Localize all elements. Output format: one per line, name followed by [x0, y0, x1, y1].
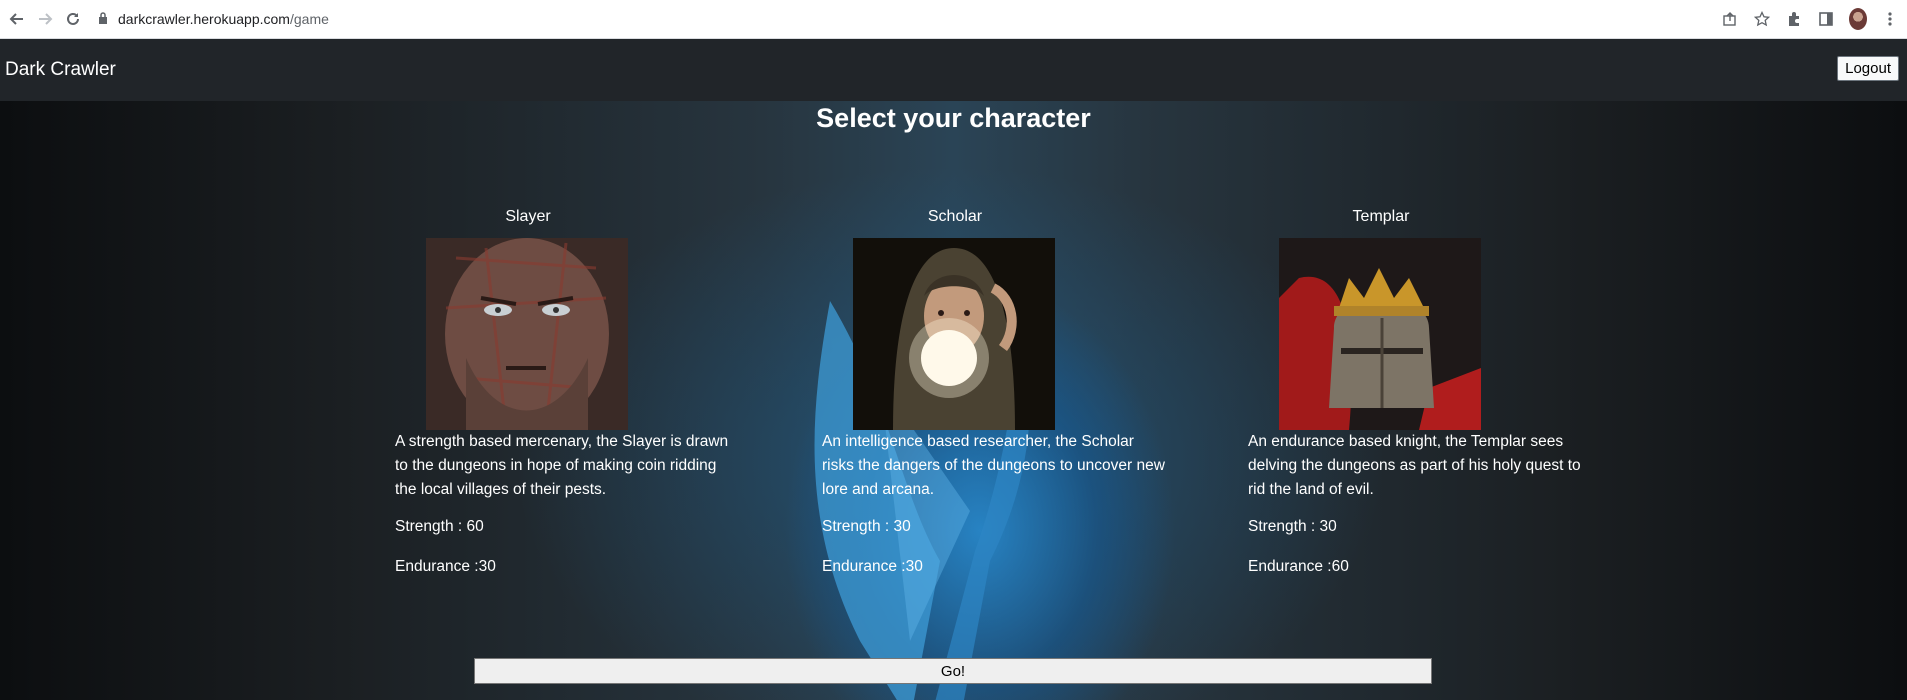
- character-endurance: Endurance :30: [395, 558, 496, 575]
- bookmark-star-icon[interactable]: [1753, 10, 1771, 28]
- character-endurance: Endurance :60: [1248, 558, 1349, 575]
- character-card-slayer[interactable]: Slayer A strength based mercenary, the S…: [395, 208, 755, 582]
- menu-dots-icon[interactable]: [1881, 10, 1899, 28]
- lock-icon: [98, 11, 108, 27]
- character-name: Scholar: [927, 208, 983, 225]
- character-description: An endurance based knight, the Templar s…: [1248, 433, 1581, 498]
- character-description: A strength based mercenary, the Slayer i…: [395, 433, 729, 498]
- character-strength: Strength : 30: [822, 518, 911, 535]
- character-strength: Strength : 60: [395, 518, 484, 535]
- character-name: Slayer: [505, 208, 551, 225]
- character-select-area: Select your character Slayer A strength …: [0, 101, 1907, 700]
- character-name: Templar: [1352, 208, 1410, 225]
- back-icon[interactable]: [6, 8, 28, 30]
- character-strength: Strength : 30: [1248, 518, 1337, 535]
- url-host: darkcrawler.herokuapp.com: [118, 11, 290, 27]
- share-icon[interactable]: [1721, 10, 1739, 28]
- site-navbar: Dark Crawler Logout: [0, 39, 1907, 101]
- character-card-scholar[interactable]: Scholar An intelligence based researcher…: [822, 208, 1182, 582]
- go-button[interactable]: Go!: [474, 658, 1432, 684]
- extensions-icon[interactable]: [1785, 10, 1803, 28]
- character-description: An intelligence based researcher, the Sc…: [822, 433, 1165, 498]
- page-heading: Select your character: [816, 103, 1091, 133]
- address-bar[interactable]: darkcrawler.herokuapp.com/game: [98, 11, 329, 27]
- logout-button[interactable]: Logout: [1837, 56, 1899, 81]
- character-card-templar[interactable]: Templar An endurance based knight, the T…: [1248, 208, 1608, 582]
- reload-icon[interactable]: [62, 8, 84, 30]
- character-endurance: Endurance :30: [822, 558, 923, 575]
- browser-toolbar: darkcrawler.herokuapp.com/game: [0, 0, 1907, 39]
- brand-title[interactable]: Dark Crawler: [5, 39, 116, 101]
- slayer-portrait[interactable]: [426, 238, 628, 430]
- scholar-portrait[interactable]: [853, 238, 1055, 430]
- url-path: /game: [289, 11, 329, 27]
- profile-avatar[interactable]: [1849, 8, 1867, 30]
- templar-portrait[interactable]: [1279, 238, 1481, 430]
- side-panel-icon[interactable]: [1817, 10, 1835, 28]
- forward-icon[interactable]: [34, 8, 56, 30]
